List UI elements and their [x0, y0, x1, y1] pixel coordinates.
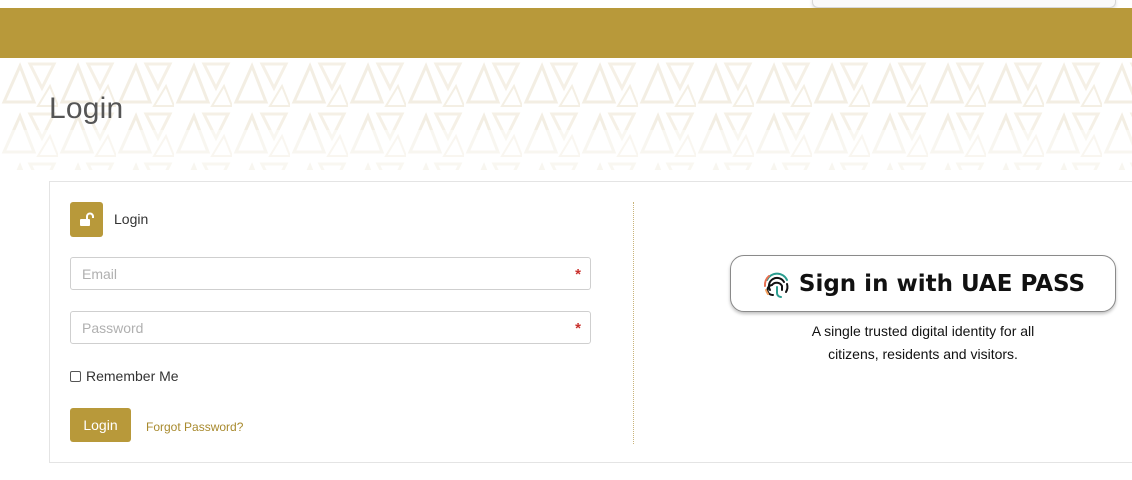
forgot-password-link[interactable]: Forgot Password? — [146, 420, 243, 434]
required-marker: * — [575, 320, 581, 337]
uae-pass-label: Sign in with UAE PASS — [798, 270, 1086, 297]
login-button[interactable]: Login — [70, 408, 131, 442]
page-title: Login — [49, 92, 124, 125]
triangle-pattern — [0, 58, 1132, 170]
password-field[interactable]: * — [70, 311, 591, 344]
remember-me[interactable]: Remember Me — [70, 368, 179, 384]
email-input[interactable] — [71, 258, 562, 289]
uae-pass-description-line-1: A single trusted digital identity for al… — [811, 323, 1035, 339]
remember-me-checkbox[interactable] — [70, 370, 81, 382]
uae-pass-description: A single trusted digital identity for al… — [760, 320, 1086, 366]
remember-me-label: Remember Me — [86, 368, 179, 384]
unlock-icon — [70, 202, 103, 237]
email-field[interactable]: * — [70, 257, 591, 290]
required-marker: * — [575, 266, 581, 283]
card-divider — [633, 202, 634, 444]
fingerprint-icon — [761, 268, 793, 300]
title-banner — [0, 58, 1132, 170]
login-heading: Login — [114, 211, 149, 227]
header-bar — [0, 8, 1132, 58]
uae-pass-sign-in-button[interactable]: Sign in with UAE PASS — [730, 255, 1116, 312]
password-input[interactable] — [71, 312, 562, 343]
dropdown-overlay-edge — [812, 0, 1116, 8]
uae-pass-description-line-2: citizens, residents and visitors. — [828, 346, 1018, 362]
